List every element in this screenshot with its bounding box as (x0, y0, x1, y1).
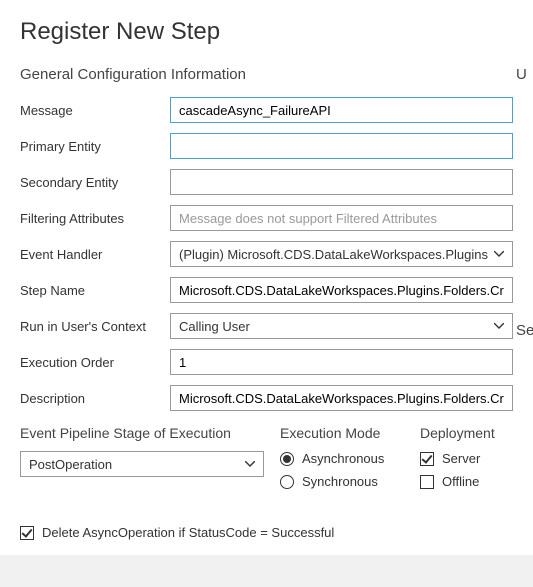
event-handler-select[interactable]: (Plugin) Microsoft.CDS.DataLakeWorkspace… (170, 241, 513, 267)
description-label: Description (20, 391, 170, 406)
message-input[interactable] (170, 97, 513, 123)
event-handler-value: (Plugin) Microsoft.CDS.DataLakeWorkspace… (179, 247, 488, 262)
delete-async-label: Delete AsyncOperation if StatusCode = Su… (42, 525, 334, 540)
checkbox-icon (420, 475, 434, 489)
pipeline-stage-value: PostOperation (29, 457, 112, 472)
deployment-server-label: Server (442, 451, 480, 466)
execution-mode-sync-label: Synchronous (302, 474, 378, 489)
primary-entity-label: Primary Entity (20, 139, 170, 154)
primary-entity-input[interactable] (170, 133, 513, 159)
right-panel-fragment-mid: Se (516, 322, 533, 339)
message-label: Message (20, 103, 170, 118)
deployment-server-option[interactable]: Server (420, 451, 513, 466)
footer-bar (0, 555, 533, 587)
execution-mode-sync-option[interactable]: Synchronous (280, 474, 410, 489)
step-name-input[interactable] (170, 277, 513, 303)
right-panel-fragment-top: U (516, 66, 527, 83)
filtering-attributes-input[interactable] (170, 205, 513, 231)
checkbox-icon (420, 452, 434, 466)
chevron-down-icon (494, 251, 504, 257)
event-handler-label: Event Handler (20, 247, 170, 262)
general-section-title: General Configuration Information (20, 66, 513, 83)
execution-mode-title: Execution Mode (280, 425, 410, 441)
pipeline-title: Event Pipeline Stage of Execution (20, 425, 270, 441)
execution-order-input[interactable] (170, 349, 513, 375)
deployment-title: Deployment (420, 425, 513, 441)
checkbox-icon (20, 526, 34, 540)
delete-async-option[interactable]: Delete AsyncOperation if StatusCode = Su… (20, 525, 513, 540)
deployment-offline-option[interactable]: Offline (420, 474, 513, 489)
execution-mode-async-option[interactable]: Asynchronous (280, 451, 410, 466)
run-in-user-label: Run in User's Context (20, 319, 170, 334)
run-in-user-value: Calling User (179, 319, 250, 334)
filtering-attributes-label: Filtering Attributes (20, 211, 170, 226)
chevron-down-icon (494, 323, 504, 329)
run-in-user-select[interactable]: Calling User (170, 313, 513, 339)
secondary-entity-input[interactable] (170, 169, 513, 195)
pipeline-stage-select[interactable]: PostOperation (20, 451, 264, 477)
secondary-entity-label: Secondary Entity (20, 175, 170, 190)
page-title: Register New Step (20, 18, 513, 46)
radio-icon (280, 452, 294, 466)
execution-mode-async-label: Asynchronous (302, 451, 384, 466)
chevron-down-icon (245, 461, 255, 467)
deployment-offline-label: Offline (442, 474, 479, 489)
radio-icon (280, 475, 294, 489)
execution-order-label: Execution Order (20, 355, 170, 370)
step-name-label: Step Name (20, 283, 170, 298)
description-input[interactable] (170, 385, 513, 411)
